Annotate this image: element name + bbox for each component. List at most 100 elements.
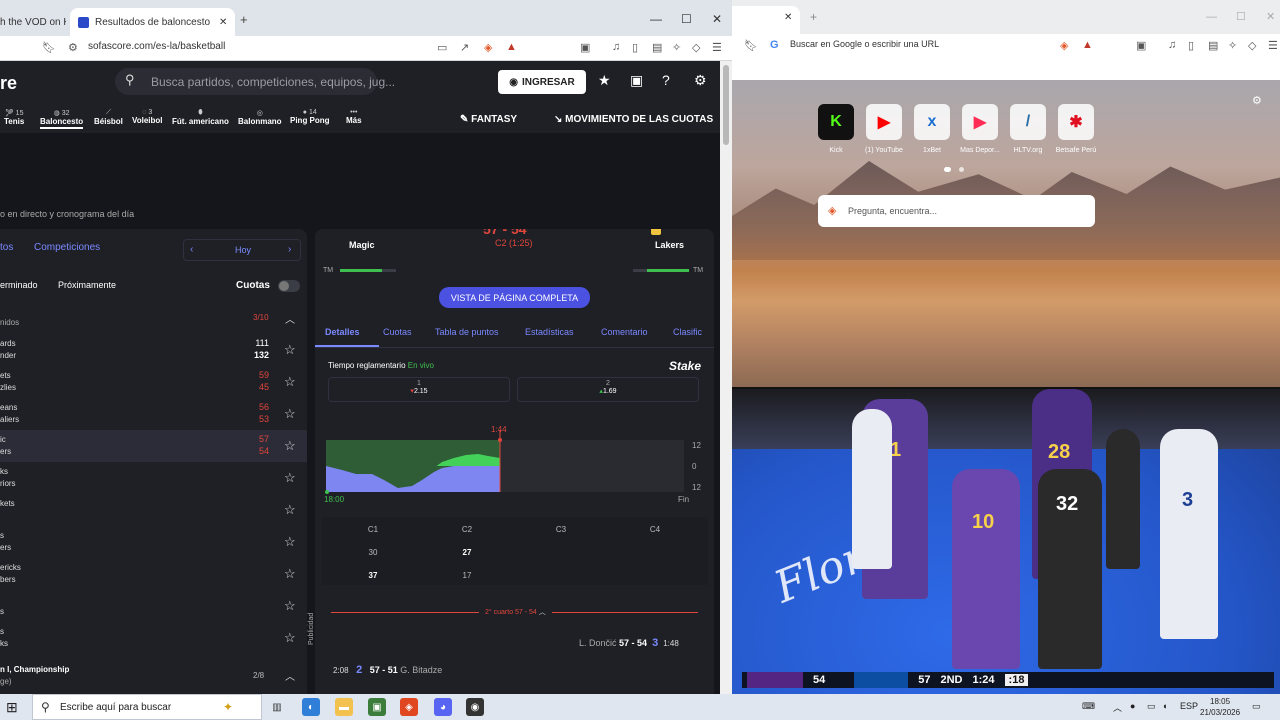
match-row[interactable]: ic ers 57 54 ☆ bbox=[0, 430, 307, 462]
new-tab-button[interactable]: + bbox=[810, 10, 817, 24]
vpn-icon[interactable]: ◇ bbox=[692, 41, 700, 54]
sport-tab-tenis[interactable]: 🎾︎ 15 Tenis bbox=[4, 109, 24, 126]
sport-tab-ping-pong[interactable]: ● 14 Ping Pong bbox=[290, 109, 330, 125]
match-row[interactable]: kets ☆ bbox=[0, 494, 307, 526]
odds-toggle[interactable] bbox=[278, 280, 300, 292]
close-window-button[interactable]: ✕ bbox=[712, 12, 722, 26]
basketball-video-player[interactable]: Florid 11 28 10 32 3 54 57 2ND 1:24 :18 bbox=[732, 389, 1280, 694]
favorite-star-icon[interactable]: ☆ bbox=[284, 374, 296, 390]
clock[interactable]: 18:05 21/03/2026 bbox=[1200, 696, 1240, 718]
brave-rewards-icon[interactable]: ▲ bbox=[1082, 39, 1093, 51]
close-tab-icon[interactable]: ✕ bbox=[219, 17, 227, 28]
match-row[interactable]: eans aliers 56 53 ☆ bbox=[0, 398, 307, 430]
prev-day-chevron-icon[interactable]: ‹ bbox=[190, 244, 193, 255]
sport-tab-baloncesto[interactable]: ◍ 32 Baloncesto bbox=[40, 109, 84, 129]
away-team-name[interactable]: Lakers bbox=[655, 240, 684, 250]
share-icon[interactable]: ↗ bbox=[460, 41, 469, 54]
odds-away-button[interactable]: 2 ▴1.69 bbox=[517, 377, 699, 402]
quarter-section-header[interactable]: 2° cuarto 57 - 54 ︿ bbox=[331, 605, 698, 619]
menu-icon[interactable]: ☰ bbox=[712, 41, 722, 54]
tray-chevron-icon[interactable]: ︿ bbox=[1113, 701, 1122, 714]
site-info-icon[interactable]: ⚙︎ bbox=[68, 41, 78, 54]
favorite-star-icon[interactable]: ☆ bbox=[284, 598, 296, 614]
install-icon[interactable]: ▭ bbox=[437, 41, 447, 54]
momentum-graph[interactable]: 1:44 18:00 Fin 12 0 12 bbox=[322, 422, 708, 510]
tv-icon[interactable]: ▣ bbox=[630, 72, 643, 89]
sofascore-logo[interactable]: re bbox=[0, 73, 17, 94]
shortcut-tile[interactable]: K bbox=[818, 104, 854, 140]
minimize-button[interactable]: — bbox=[1206, 11, 1217, 23]
page-scrollbar[interactable] bbox=[720, 61, 732, 694]
shortcut-tile[interactable]: ▶ bbox=[866, 104, 902, 140]
filter-terminado[interactable]: erminado bbox=[0, 280, 38, 290]
tab-partidos[interactable]: tos bbox=[0, 242, 13, 253]
favorite-star-icon[interactable]: ☆ bbox=[284, 534, 296, 550]
panel-icon[interactable]: ▯ bbox=[1188, 39, 1194, 52]
copilot-icon[interactable]: ◐ bbox=[302, 698, 320, 716]
brave-shield-icon[interactable]: ◈ bbox=[484, 41, 492, 54]
obs-icon[interactable]: ◉ bbox=[466, 698, 484, 716]
sport-tab-futbol-americano[interactable]: ⬮ Fút. americano bbox=[172, 109, 229, 126]
omnibox-input[interactable]: Buscar en Google o escribir una URL bbox=[790, 39, 939, 49]
vpn-icon[interactable]: ◇ bbox=[1248, 39, 1256, 52]
sport-tab-mas[interactable]: ••• Más bbox=[346, 109, 362, 125]
extensions-icon[interactable]: ✧ bbox=[1228, 39, 1237, 52]
network-icon[interactable]: ▭ bbox=[1147, 701, 1156, 712]
tab-detalles[interactable]: Detalles bbox=[325, 327, 360, 337]
collapse-chevron-icon[interactable]: ︿ bbox=[285, 668, 295, 683]
brave-browser-icon[interactable]: ◈ bbox=[400, 698, 418, 716]
task-view-icon[interactable]: ▥ bbox=[268, 698, 286, 716]
tab-cuotas[interactable]: Cuotas bbox=[383, 327, 412, 337]
sport-tab-beisbol[interactable]: ⟋ Béisbol bbox=[94, 109, 123, 126]
page-dot-active[interactable] bbox=[944, 167, 951, 172]
shortcut-tile[interactable]: ▶ bbox=[962, 104, 998, 140]
league-header[interactable]: n I, Championship bbox=[0, 665, 69, 674]
date-label[interactable]: Hoy bbox=[235, 245, 251, 255]
login-button[interactable]: ◉ INGRESAR bbox=[498, 70, 586, 94]
favorite-star-icon[interactable]: ☆ bbox=[284, 342, 296, 358]
minimize-button[interactable]: — bbox=[650, 12, 662, 26]
brave-rewards-icon[interactable]: ▲ bbox=[506, 41, 517, 53]
sponsor-logo[interactable]: Stake bbox=[669, 359, 701, 373]
close-window-button[interactable]: ✕ bbox=[1266, 10, 1275, 23]
microphone-icon[interactable]: ● bbox=[1130, 701, 1135, 711]
music-icon[interactable]: ♫ bbox=[612, 41, 620, 53]
shortcut-tile[interactable]: / bbox=[1010, 104, 1046, 140]
volume-icon[interactable]: ◖ bbox=[1162, 701, 1167, 711]
favorites-star-icon[interactable]: ★ bbox=[598, 72, 611, 89]
tab-sofascore[interactable]: Resultados de baloncesto en dir ✕ bbox=[70, 8, 235, 36]
tab-comentario[interactable]: Comentario bbox=[601, 327, 648, 337]
maximize-button[interactable]: ☐ bbox=[681, 12, 692, 26]
panel-icon[interactable]: ▯ bbox=[632, 41, 638, 54]
tab-clasificacion[interactable]: Clasific bbox=[673, 327, 702, 337]
discord-icon[interactable]: ◕ bbox=[434, 698, 452, 716]
tab-competiciones[interactable]: Competiciones bbox=[34, 242, 100, 253]
taskbar-search-input[interactable]: ⚲ Escribe aquí para buscar ✦ bbox=[32, 694, 262, 720]
windows-start-icon[interactable]: ⊞ bbox=[6, 699, 18, 716]
odds-home-button[interactable]: 1 ▾2.15 bbox=[328, 377, 510, 402]
bookmark-icon[interactable]: 🔖︎ bbox=[42, 41, 56, 54]
match-row[interactable]: ards nder 111 132 ☆ bbox=[0, 334, 307, 366]
match-row[interactable]: ks riors ☆ bbox=[0, 462, 307, 494]
sidebar-icon[interactable]: ▣ bbox=[1136, 39, 1146, 52]
shortcut-tile[interactable]: x bbox=[914, 104, 950, 140]
filter-proximamente[interactable]: Próximamente bbox=[58, 280, 116, 290]
bookmark-icon[interactable]: 🔖︎ bbox=[744, 39, 758, 52]
match-row[interactable]: s ers ☆ bbox=[0, 526, 307, 558]
tab-estadisticas[interactable]: Estadísticas bbox=[525, 327, 574, 337]
help-icon[interactable]: ? bbox=[662, 72, 670, 88]
close-tab-icon[interactable]: ✕ bbox=[784, 12, 792, 23]
menu-icon[interactable]: ☰ bbox=[1268, 39, 1278, 52]
new-tab-page-tab[interactable]: ✕ bbox=[732, 6, 800, 34]
keyboard-icon[interactable]: ⌨ bbox=[1082, 701, 1095, 712]
match-row[interactable]: ericks bers ☆ bbox=[0, 558, 307, 590]
match-row[interactable]: s ks ☆ bbox=[0, 622, 307, 654]
store-icon[interactable]: ▣ bbox=[368, 698, 386, 716]
league-header[interactable]: nidos bbox=[0, 318, 19, 327]
tab-tabla-de-puntos[interactable]: Tabla de puntos bbox=[435, 327, 499, 337]
favorite-star-icon[interactable]: ☆ bbox=[284, 566, 296, 582]
favorite-star-icon[interactable]: ☆ bbox=[284, 502, 296, 518]
tab-vod[interactable]: h the VOD on Ki bbox=[0, 8, 66, 36]
odds-movement-link[interactable]: ↘ MOVIMIENTO DE LAS CUOTAS bbox=[554, 114, 713, 125]
customize-gear-icon[interactable]: ⚙ bbox=[1252, 94, 1262, 107]
